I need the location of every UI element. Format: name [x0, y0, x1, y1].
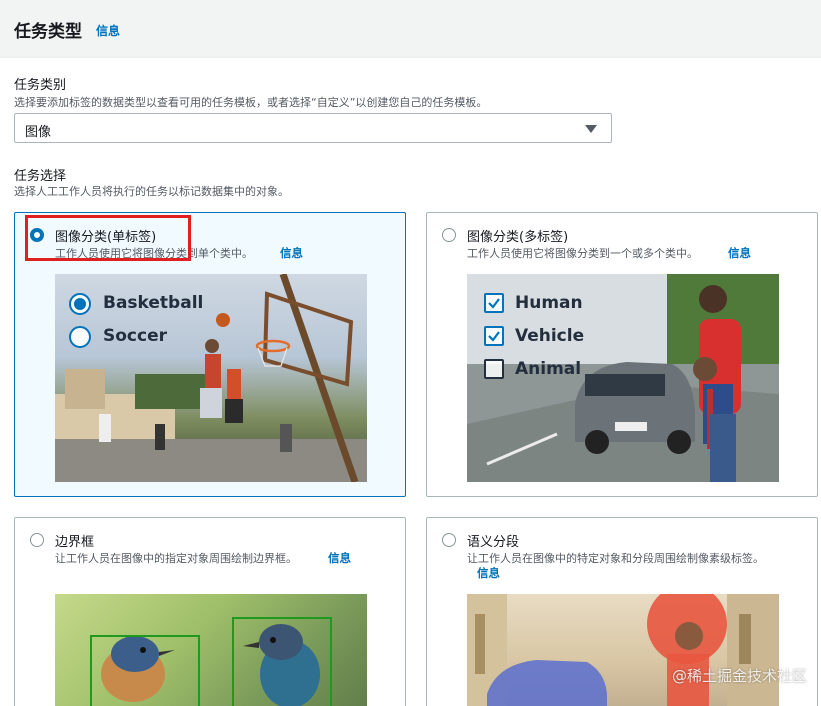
- task-radio-semantic-segmentation[interactable]: [442, 533, 456, 547]
- soccer-radio-icon: [69, 326, 91, 348]
- birds-illustration: [90, 617, 332, 706]
- checkbox-animal-icon: [484, 359, 504, 379]
- segmentation-illustration: [467, 594, 779, 706]
- checkbox-human-icon: [484, 293, 504, 313]
- option-human: Human: [515, 293, 583, 313]
- watermark-text: @稀土掘金技术社区: [671, 667, 807, 685]
- task-card-title: 语义分段: [467, 535, 520, 550]
- birds-image: [55, 594, 367, 706]
- basketball-scene-illustration: [55, 274, 367, 482]
- task-card-info-link[interactable]: 信息: [328, 550, 351, 566]
- option-animal: Animal: [515, 359, 582, 379]
- task-card-bounding-box[interactable]: 边界框 让工作人员在图像中的指定对象周围绘制边界框。 信息: [14, 517, 406, 706]
- task-card-description: 让工作人员在图像中的指定对象周围绘制边界框。: [55, 552, 297, 565]
- task-card-description: 工作人员使用它将图像分类到一个或多个类中。: [467, 247, 698, 260]
- caret-down-icon: [585, 125, 597, 133]
- selection-highlight-box: [25, 215, 191, 261]
- header-info-link[interactable]: 信息: [96, 22, 120, 39]
- task-radio-multi-label[interactable]: [442, 228, 456, 242]
- street-scene-illustration: [467, 274, 779, 482]
- page-title: 任务类型: [14, 22, 82, 42]
- task-card-title: 图像分类(多标签): [467, 230, 569, 245]
- selection-description: 选择人工工作人员将执行的任务以标记数据集中的对象。: [14, 185, 289, 198]
- task-card-multi-label[interactable]: 图像分类(多标签) 工作人员使用它将图像分类到一个或多个类中。 信息 Human: [426, 212, 818, 497]
- checkbox-vehicle-icon: [484, 326, 504, 346]
- option-vehicle: Vehicle: [515, 326, 585, 346]
- category-select-value: 图像: [25, 125, 52, 140]
- basketball-radio-icon: [69, 293, 91, 315]
- street-segmentation-image: [467, 594, 779, 706]
- street-image: Human Vehicle Animal: [467, 274, 779, 482]
- option-basketball: Basketball: [103, 293, 204, 313]
- selection-label: 任务选择: [14, 169, 67, 184]
- task-radio-bounding-box[interactable]: [30, 533, 44, 547]
- task-card-info-link[interactable]: 信息: [728, 245, 751, 261]
- option-soccer: Soccer: [103, 326, 167, 346]
- category-description: 选择要添加标签的数据类型以查看可用的任务模板，或者选择“自定义”以创建您自己的任…: [14, 96, 488, 109]
- task-card-description: 让工作人员在图像中的特定对象和分段周围绘制像素级标签。: [467, 552, 764, 565]
- task-card-info-link[interactable]: 信息: [477, 565, 500, 581]
- category-select[interactable]: 图像: [14, 113, 612, 143]
- basketball-image: Basketball Soccer: [55, 274, 367, 482]
- page-header: 任务类型 信息: [0, 0, 821, 58]
- task-card-title: 边界框: [55, 535, 95, 550]
- task-card-info-link[interactable]: 信息: [280, 245, 303, 261]
- category-label: 任务类别: [14, 78, 67, 93]
